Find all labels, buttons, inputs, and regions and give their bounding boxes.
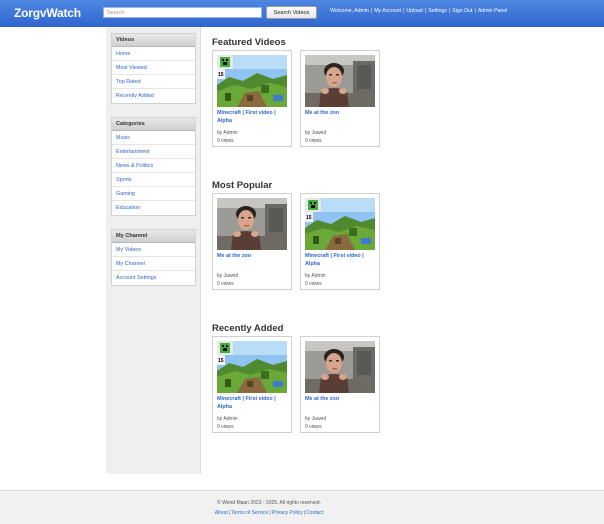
video-views: 0 views — [305, 424, 322, 430]
video-thumbnail[interactable] — [305, 55, 375, 107]
video-thumbnail[interactable] — [217, 341, 287, 393]
sidebar-item-music[interactable]: Music — [112, 131, 195, 145]
section-title-recently-added: Recently Added — [212, 323, 284, 334]
categories-menu-title: Categories — [112, 118, 195, 131]
footer-link-about[interactable]: About — [215, 510, 228, 516]
sidebar-item-my-channel[interactable]: My Channel — [112, 257, 195, 271]
channel-menu: My Channel My Videos My Channel Account … — [111, 229, 196, 286]
nav-my-account-link[interactable]: My Account — [374, 8, 401, 14]
user-nav: Welcome, Admin | My Account | Upload | Setting… — [330, 8, 508, 14]
categories-menu: Categories Music Entertainment News & Po… — [111, 117, 196, 216]
nav-settings-link[interactable]: Settings — [428, 8, 447, 14]
section-title-featured: Featured Videos — [212, 37, 286, 48]
sidebar-item-sports[interactable]: Sports — [112, 173, 195, 187]
sidebar-item-home[interactable]: Home — [112, 47, 195, 61]
sidebar-item-account-settings[interactable]: Account Settings — [112, 271, 195, 285]
video-card[interactable]: Me at the zoo by Jawed 0 views — [212, 193, 292, 290]
video-views: 0 views — [305, 281, 322, 287]
video-title-link[interactable]: Minecraft | First video | Alpha — [305, 253, 377, 268]
video-thumbnail[interactable] — [217, 198, 287, 250]
video-card[interactable]: Minecraft | First video | Alpha by Admin… — [300, 193, 380, 290]
footer-link-privacy[interactable]: Privacy Policy — [272, 510, 303, 516]
video-author: by Jawed — [305, 130, 327, 136]
video-views: 0 views — [305, 138, 322, 144]
video-views: 0 views — [217, 138, 234, 144]
video-views: 0 views — [217, 424, 234, 430]
nav-sign-out-link[interactable]: Sign Out — [452, 8, 472, 14]
footer-link-terms[interactable]: Terms of Service — [231, 510, 268, 516]
sidebar-item-entertainment[interactable]: Entertainment — [112, 145, 195, 159]
video-thumbnail[interactable] — [305, 341, 375, 393]
site-logo[interactable]: ZorgvWatch — [14, 6, 81, 20]
video-title-link[interactable]: Me at the zoo — [217, 253, 289, 261]
video-author: by Admin — [305, 273, 326, 279]
site-footer: © Weird Maan 2023 - 2025. All rights res… — [0, 490, 604, 524]
videos-menu-title: Videos — [112, 34, 195, 47]
video-title-link[interactable]: Minecraft | First video | Alpha — [217, 396, 289, 411]
video-title-link[interactable]: Me at the zoo — [305, 396, 377, 404]
nav-admin-panel-link[interactable]: Admin Panel — [478, 8, 507, 14]
sidebar-item-gaming[interactable]: Gaming — [112, 187, 195, 201]
footer-link-contact[interactable]: Contact — [306, 510, 323, 516]
video-card[interactable]: Minecraft | First video | Alpha by Admin… — [212, 336, 292, 433]
video-card[interactable]: Me at the zoo by Jawed 0 views — [300, 50, 380, 147]
video-card[interactable]: Me at the zoo by Jawed 0 views — [300, 336, 380, 433]
video-title-link[interactable]: Minecraft | First video | Alpha — [217, 110, 289, 125]
channel-menu-title: My Channel — [112, 230, 195, 243]
footer-links: About|Terms of Service|Privacy Policy|Co… — [214, 510, 324, 516]
sidebar-item-education[interactable]: Education — [112, 201, 195, 215]
video-thumbnail[interactable] — [305, 198, 375, 250]
nav-upload-link[interactable]: Upload — [406, 8, 422, 14]
sidebar-item-news-politics[interactable]: News & Politics — [112, 159, 195, 173]
video-author: by Admin — [217, 416, 238, 422]
search-input[interactable] — [103, 7, 262, 18]
videos-menu: Videos Home Most Viewed Top Rated Recent… — [111, 33, 196, 104]
sidebar-item-recently-added[interactable]: Recently Added — [112, 89, 195, 103]
video-author: by Jawed — [305, 416, 327, 422]
search-button[interactable]: Search Videos — [266, 6, 317, 19]
video-author: by Admin — [217, 130, 238, 136]
video-card[interactable]: Minecraft | First video | Alpha by Admin… — [212, 50, 292, 147]
sidebar-item-most-viewed[interactable]: Most Viewed — [112, 61, 195, 75]
copyright-text: © Weird Maan 2023 - 2025. All rights res… — [217, 500, 321, 506]
welcome-text: Welcome, Admin — [330, 8, 369, 14]
section-title-most-popular: Most Popular — [212, 180, 273, 191]
site-header: ZorgvWatch Search Videos Welcome, Admin|… — [0, 0, 604, 27]
video-thumbnail[interactable] — [217, 55, 287, 107]
video-views: 0 views — [217, 281, 234, 287]
sidebar-item-top-rated[interactable]: Top Rated — [112, 75, 195, 89]
sidebar-item-my-videos[interactable]: My Videos — [112, 243, 195, 257]
video-author: by Jawed — [217, 273, 239, 279]
video-title-link[interactable]: Me at the zoo — [305, 110, 377, 118]
